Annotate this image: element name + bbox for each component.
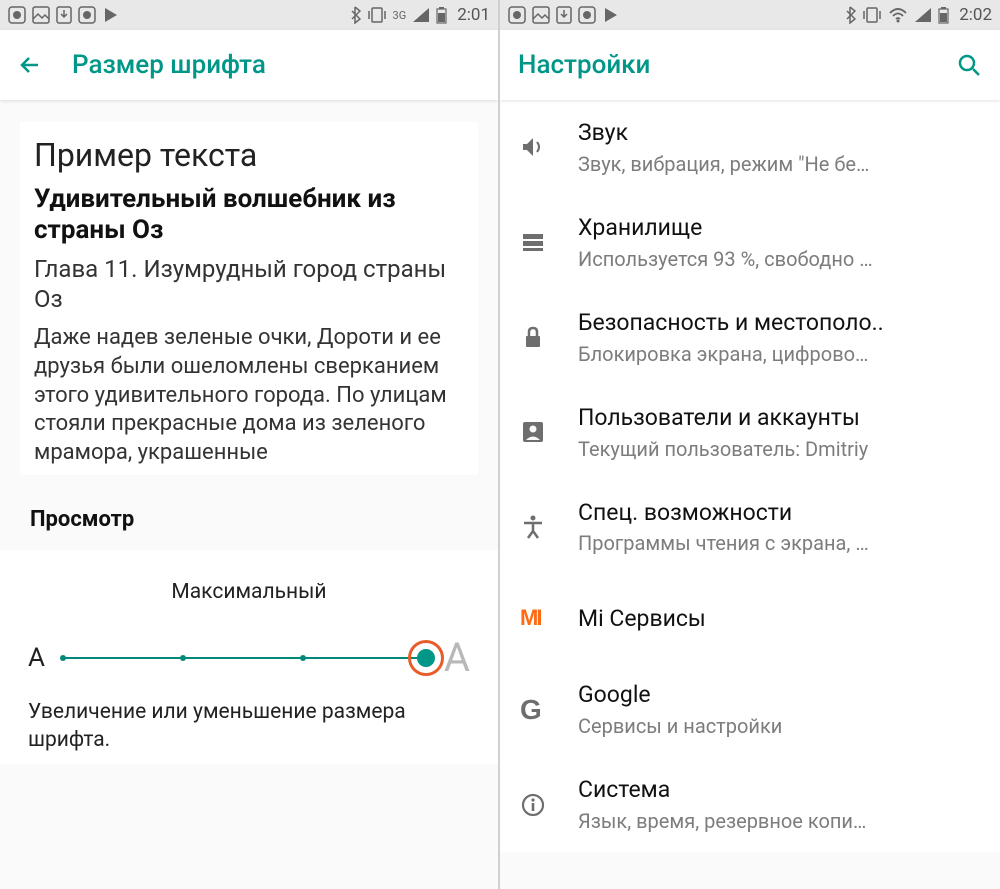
bluetooth-icon <box>349 6 361 24</box>
item-subtitle: Звук, вибрация, режим "Не бе… <box>578 151 978 177</box>
item-title: Пользователи и аккаунты <box>578 403 978 433</box>
item-subtitle: Используется 93 %, свободно … <box>578 246 978 272</box>
status-right: 2:02 <box>844 5 992 25</box>
settings-item-storage[interactable]: Хранилище Используется 93 %, свободно … <box>500 195 1000 290</box>
back-button[interactable] <box>18 52 44 78</box>
info-icon <box>520 792 578 818</box>
app-bar: Размер шрифта <box>0 30 498 100</box>
app-icon-2 <box>578 6 596 24</box>
item-title: Google <box>578 680 978 710</box>
slider-track-line <box>63 657 426 659</box>
item-subtitle: Программы чтения с экрана, … <box>578 530 978 556</box>
slider-caption: Максимальный <box>28 580 470 604</box>
status-bar: 2:02 <box>500 0 1000 30</box>
mi-icon: MI <box>520 605 578 631</box>
sample-body: Даже надев зеленые очки, Дороти и ее дру… <box>34 324 464 467</box>
font-preview-card: Пример текста Удивительный волшебник из … <box>0 100 498 485</box>
item-title: Спец. возможности <box>578 498 978 528</box>
network-label: 3G <box>393 9 407 22</box>
item-subtitle: Язык, время, резервное копи… <box>578 808 978 834</box>
settings-item-users[interactable]: Пользователи и аккаунты Текущий пользова… <box>500 385 1000 480</box>
settings-item-google[interactable]: G Google Сервисы и настройки <box>500 662 1000 757</box>
status-left <box>8 6 120 24</box>
letter-large: A <box>444 634 470 681</box>
play-icon <box>602 6 620 24</box>
slider-description: Увеличение или уменьшение размера шрифта… <box>28 699 470 754</box>
google-icon: G <box>520 694 578 726</box>
storage-icon <box>520 229 578 255</box>
app-bar: Настройки <box>500 30 1000 100</box>
sample-heading: Пример текста <box>34 136 464 174</box>
gallery-icon <box>32 6 50 24</box>
signal-icon <box>914 7 932 23</box>
battery-icon <box>436 6 447 24</box>
status-right: 3G 2:01 <box>349 5 490 25</box>
slider-row: A A <box>28 634 470 681</box>
appbar-title: Размер шрифта <box>72 50 266 80</box>
vibrate-icon <box>367 7 387 23</box>
app-icon <box>8 6 26 24</box>
status-bar: 3G 2:01 <box>0 0 498 30</box>
letter-small: A <box>28 643 45 673</box>
sample-chapter: Глава 11. Изумрудный город страны Оз <box>34 254 464 314</box>
item-title: Безопасность и местополо.. <box>578 308 978 338</box>
play-icon <box>102 6 120 24</box>
sample-card: Пример текста Удивительный волшебник из … <box>20 122 478 475</box>
item-title: Система <box>578 775 978 805</box>
status-time: 2:02 <box>959 5 992 25</box>
settings-item-system[interactable]: Система Язык, время, резервное копи… <box>500 757 1000 852</box>
settings-list: Звук Звук, вибрация, режим "Не бе… Храни… <box>500 100 1000 852</box>
slider-tick <box>60 655 66 661</box>
status-left <box>508 6 620 24</box>
settings-item-accessibility[interactable]: Спец. возможности Программы чтения с экр… <box>500 480 1000 575</box>
preview-label: Просмотр <box>0 485 498 542</box>
appbar-title: Настройки <box>518 50 650 80</box>
status-time: 2:01 <box>457 5 490 25</box>
font-size-slider-section: Максимальный A A Увеличение или уменьшен… <box>0 550 498 764</box>
accessibility-icon <box>520 514 578 540</box>
settings-item-mi[interactable]: MI Mi Сервисы <box>500 574 1000 662</box>
gallery-icon <box>532 6 550 24</box>
item-subtitle: Текущий пользователь: Dmitriy <box>578 436 978 462</box>
item-subtitle: Блокировка экрана, цифрово… <box>578 341 978 367</box>
wifi-icon <box>888 7 908 23</box>
settings-item-sound[interactable]: Звук Звук, вибрация, режим "Не бе… <box>500 100 1000 195</box>
slider-tick <box>180 655 186 661</box>
user-icon <box>520 419 578 445</box>
slider-tick <box>300 655 306 661</box>
vibrate-icon <box>862 7 882 23</box>
search-button[interactable] <box>956 52 982 78</box>
container: 3G 2:01 Размер шрифта Пример текста Удив… <box>0 0 1000 889</box>
lock-icon <box>520 324 578 350</box>
app-icon-2 <box>78 6 96 24</box>
app-icon <box>508 6 526 24</box>
slider-thumb[interactable] <box>408 640 444 676</box>
item-title: Звук <box>578 118 978 148</box>
item-title: Mi Сервисы <box>578 604 978 634</box>
sample-title: Удивительный волшебник из страны Оз <box>34 184 464 246</box>
volume-icon <box>520 134 578 160</box>
slider-thumb-inner <box>417 649 435 667</box>
settings-item-security[interactable]: Безопасность и местополо.. Блокировка эк… <box>500 290 1000 385</box>
phone-left: 3G 2:01 Размер шрифта Пример текста Удив… <box>0 0 500 889</box>
download-icon <box>56 6 72 24</box>
phone-right: 2:02 Настройки Звук Звук, вибрация, режи… <box>500 0 1000 889</box>
battery-icon <box>938 6 949 24</box>
item-title: Хранилище <box>578 213 978 243</box>
download-icon <box>556 6 572 24</box>
signal-icon <box>412 7 430 23</box>
font-size-slider[interactable] <box>63 643 426 673</box>
item-subtitle: Сервисы и настройки <box>578 713 978 739</box>
bluetooth-icon <box>844 6 856 24</box>
